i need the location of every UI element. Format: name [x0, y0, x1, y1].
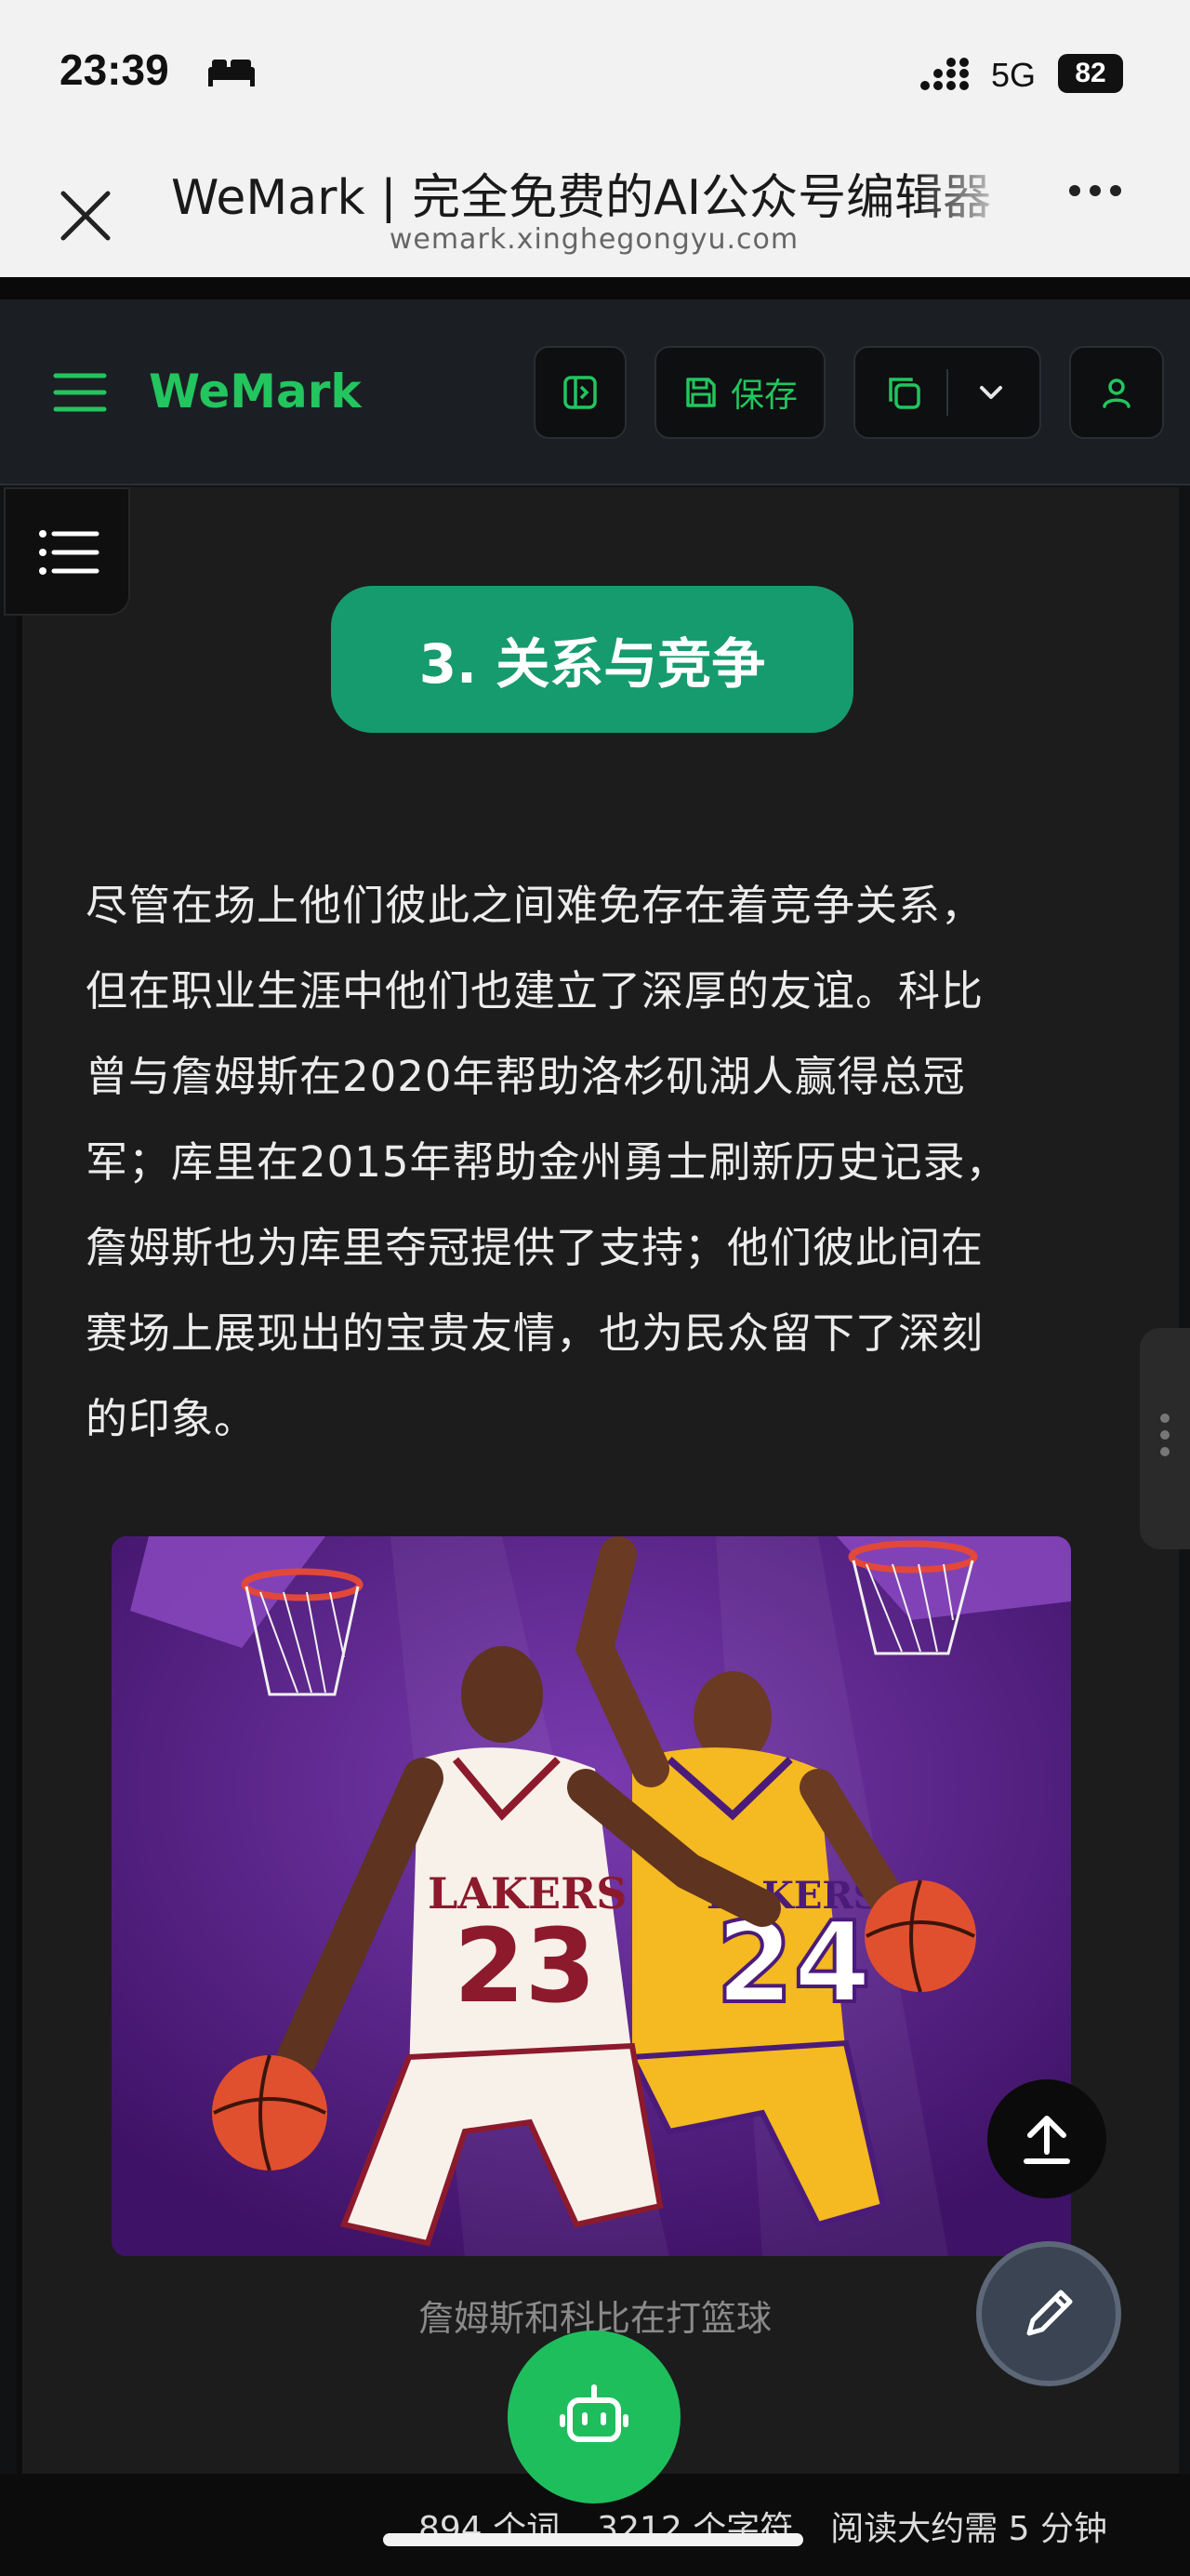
- article-paragraph: 尽管在场上他们彼此之间难免存在着竞争关系， 但在职业生涯中他们也建立了深厚的友谊…: [86, 863, 1099, 1462]
- paragraph-line: 赛场上展现出的宝贵友情，也为民众留下了深刻: [86, 1308, 985, 1358]
- paragraph-line: 但在职业生涯中他们也建立了深厚的友谊。科比: [86, 966, 985, 1016]
- panel-toggle-icon: [563, 376, 597, 409]
- header-divider: [0, 277, 1190, 299]
- app-toolbar: WeMark 保存: [0, 299, 1190, 485]
- article-image[interactable]: LAKERS 24 LAKERS 23: [112, 1536, 1071, 2256]
- page-title: WeMark | 完全免费的AI公众号编辑器: [171, 170, 992, 223]
- cellular-signal-icon: [920, 58, 969, 90]
- user-icon: [1103, 378, 1130, 408]
- jersey-number-left: 23: [454, 1906, 596, 2025]
- scroll-to-top-button[interactable]: [987, 2079, 1106, 2198]
- sleep-focus-icon: [208, 60, 255, 86]
- paragraph-line: 尽管在场上他们彼此之间难免存在着竞争关系，: [86, 881, 985, 930]
- section-heading: 3. 关系与竞争: [331, 586, 853, 733]
- list-icon: [39, 530, 99, 575]
- save-button[interactable]: 保存: [654, 346, 826, 439]
- toggle-preview-button[interactable]: [534, 346, 627, 439]
- more-options-icon[interactable]: [1069, 182, 1130, 200]
- browser-header: WeMark | 完全免费的AI公众号编辑器 wemark.xinghegong…: [0, 139, 1190, 277]
- table-of-contents-button[interactable]: [4, 487, 130, 616]
- status-time: 23:39: [60, 46, 169, 94]
- network-type: 5G: [991, 56, 1037, 94]
- ai-assistant-button[interactable]: [508, 2330, 681, 2503]
- paragraph-line: 的印象。: [86, 1394, 258, 1443]
- close-icon[interactable]: [54, 184, 119, 249]
- page-url: wemark.xinghegongyu.com: [389, 223, 800, 256]
- chevron-down-icon[interactable]: [972, 374, 1010, 411]
- basketball-illustration: LAKERS 24 LAKERS 23: [112, 1536, 1071, 2256]
- copy-divider: [946, 369, 948, 416]
- copy-icon[interactable]: [885, 374, 922, 411]
- jersey-number-right: 24: [716, 1899, 871, 2028]
- save-label: 保存: [730, 377, 798, 415]
- pencil-icon: [1026, 2290, 1073, 2336]
- scroll-handle[interactable]: [1140, 1328, 1190, 1549]
- edit-button[interactable]: [976, 2241, 1121, 2386]
- brand-logo[interactable]: WeMark: [149, 365, 362, 418]
- arrow-up-icon: [1024, 2116, 1070, 2164]
- floppy-disk-icon: [686, 378, 716, 407]
- read-time: 阅读大约需 5 分钟: [830, 2510, 1108, 2548]
- user-account-button[interactable]: [1069, 346, 1164, 439]
- status-bar: 23:39 5G 82: [0, 0, 1190, 139]
- battery-level: 82: [1058, 54, 1123, 93]
- robot-icon: [560, 2384, 628, 2442]
- paragraph-line: 军；库里在2015年帮助金州勇士刷新历史记录，: [86, 1137, 1009, 1187]
- paragraph-line: 詹姆斯也为库里夺冠提供了支持；他们彼此间在: [86, 1223, 985, 1272]
- paragraph-line: 曾与詹姆斯在2020年帮助洛杉矶湖人赢得总冠: [86, 1052, 966, 1101]
- hamburger-menu-icon[interactable]: [52, 370, 108, 415]
- copy-button-group[interactable]: [853, 346, 1041, 439]
- home-indicator[interactable]: [383, 2533, 803, 2546]
